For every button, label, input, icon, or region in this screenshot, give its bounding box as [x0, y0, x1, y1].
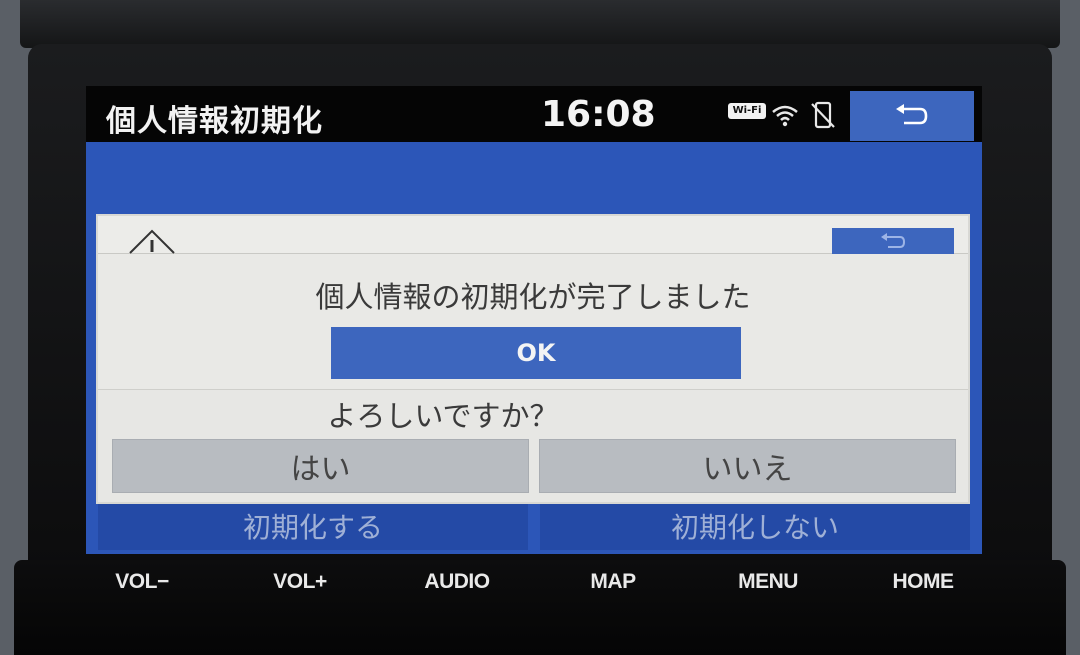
screen-title: 個人情報初期化 [106, 104, 323, 139]
back-button[interactable] [850, 91, 974, 141]
clock: 16:08 [541, 94, 656, 135]
completion-popup: 個人情報の初期化が完了しました OK [98, 254, 968, 390]
hardware-buttons: VOL− VOL+ AUDIO MAP MENU HOME [0, 570, 1080, 600]
back-arrow-icon [881, 233, 906, 248]
wifi-signal-icon [772, 105, 798, 127]
vol-up-button[interactable]: VOL+ [273, 570, 327, 594]
ok-button[interactable]: OK [331, 327, 741, 379]
initialize-button: 初期化する [98, 504, 528, 550]
back-arrow-icon [896, 104, 928, 125]
status-bar: 個人情報初期化 16:08 Wi-Fi [86, 86, 982, 142]
vol-down-button[interactable]: VOL− [115, 570, 169, 594]
yes-button[interactable]: はい [112, 439, 529, 493]
confirmation-question-text: よろしいですか？ [327, 399, 559, 433]
display-screen: 個人情報初期化 16:08 Wi-Fi 初期化する 初期化しない 個人情報の初期… [86, 86, 982, 554]
wifi-badge: Wi-Fi [728, 103, 766, 119]
no-initialize-button: 初期化しない [540, 504, 970, 550]
map-button[interactable]: MAP [590, 570, 636, 594]
no-button[interactable]: いいえ [539, 439, 956, 493]
dialog-header [98, 216, 968, 254]
confirmation-dialog: 個人情報の初期化が完了しました OK よろしいですか？ はい いいえ [96, 214, 970, 504]
confirmation-question: よろしいですか？ [98, 393, 968, 435]
warning-icon [129, 229, 175, 254]
dialog-back-button[interactable] [832, 228, 954, 254]
audio-button[interactable]: AUDIO [424, 570, 490, 594]
completion-message: 個人情報の初期化が完了しました [315, 280, 751, 314]
home-button[interactable]: HOME [893, 570, 955, 594]
menu-button[interactable]: MENU [738, 570, 798, 594]
unit-top-bezel [20, 0, 1060, 48]
answer-buttons: はい いいえ [112, 439, 956, 493]
phone-disconnected-icon [811, 101, 835, 129]
background-buttons: 初期化する 初期化しない [98, 504, 970, 550]
